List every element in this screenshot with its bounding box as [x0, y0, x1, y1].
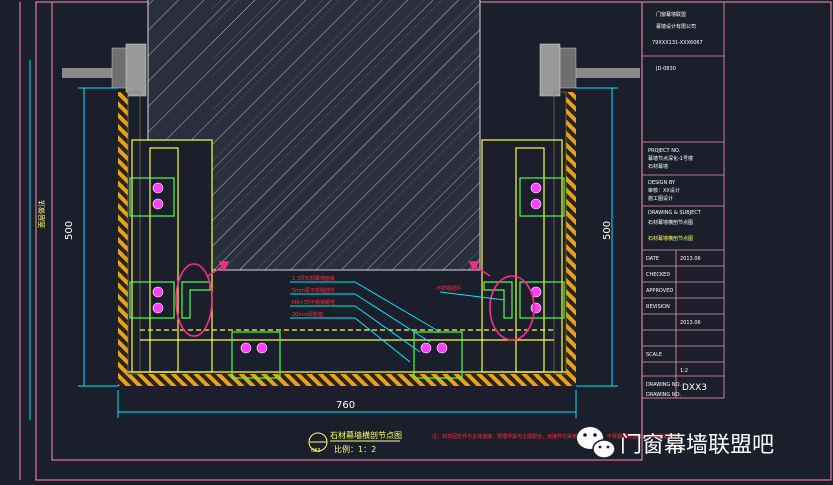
annotation-marks [175, 261, 535, 341]
tb-code: JD-0830 [655, 66, 676, 72]
dimension-width-label: 760 [336, 400, 355, 411]
tb-top-line-1: 门窗幕墙联盟 [656, 11, 686, 18]
tb-field-5: 2013.06 [680, 320, 701, 326]
title-block-text: 门窗幕墙联盟 幕墙设计有限公司 79XXX131-XXX6067 JD-0830… [646, 11, 707, 398]
tb-field-1: 2013.06 [680, 256, 701, 262]
left-vertical-label: 面层做法 [37, 200, 46, 228]
tb-row-4: 审核：XX设计 [648, 187, 680, 194]
part-label-2: 5mm厚不锈钢挂件 [292, 287, 335, 294]
dimension-left-height-label: 500 [64, 221, 75, 240]
tb-sheet-no: DXX3 [682, 383, 707, 393]
tb-field-2: CHECKED [646, 272, 670, 278]
tb-row-5: 施工图设计 [648, 195, 673, 202]
leader-lines [290, 281, 506, 363]
tb-row-8: 石材幕墙横剖节点图 [648, 235, 693, 242]
part-label-3: M8×35不锈钢螺栓 [292, 299, 335, 306]
tb-top-line-3: 79XXX131-XXX6067 [652, 40, 703, 46]
part-label-1: 1.3厚石材幕墙面板 [292, 275, 335, 282]
cad-drawing: 760 500 500 面层做法 1.3厚石材幕墙面板 5mm厚不锈钢挂件 M8… [19, 0, 832, 481]
tb-row-1: 幕墙节点深化-1号楼 [648, 155, 693, 162]
wechat-icon [577, 427, 616, 459]
tb-field-3: APPROVED [646, 288, 673, 294]
tb-row-0: PROJECT NO. [648, 148, 681, 154]
tb-row-7: 石材幕墙横剖节点图 [648, 219, 693, 226]
part-label-right: 不锈钢挂件 [436, 285, 461, 292]
detail-title: 083 石材幕墙横剖节点图 比例：1：2 [308, 430, 402, 454]
tb-row-3: DESIGN BY [648, 180, 676, 186]
tb-field-7: DRAWING NO. [646, 382, 681, 388]
part-label-4: 20mm厚胶垫 [292, 311, 323, 318]
tb-field-6: SCALE [646, 352, 662, 358]
detail-scale: 比例：1：2 [334, 444, 376, 454]
tb-top-line-2: 幕墙设计有限公司 [656, 23, 696, 30]
watermark-text: 门窗幕墙联盟吧 [620, 433, 774, 458]
tb-field-4: REVISION [646, 304, 670, 310]
tb-footer: DRAWING NO. [646, 392, 681, 398]
tb-row-6: DRAWING & SUBJECT [648, 210, 702, 216]
detail-title-text: 石材幕墙横剖节点图 [330, 430, 402, 440]
detail-number: 083 [311, 448, 321, 454]
concrete-wall [147, 0, 481, 271]
tb-scale-value: 1:2 [680, 368, 688, 374]
dimension-right-height-label: 500 [602, 221, 613, 240]
tb-row-2: 石材幕墙 [648, 163, 668, 170]
cad-drawing-canvas: 760 500 500 面层做法 1.3厚石材幕墙面板 5mm厚不锈钢挂件 M8… [0, 0, 833, 485]
watermark: 门窗幕墙联盟吧 [577, 427, 774, 459]
tb-field-0: DATE [646, 256, 659, 262]
